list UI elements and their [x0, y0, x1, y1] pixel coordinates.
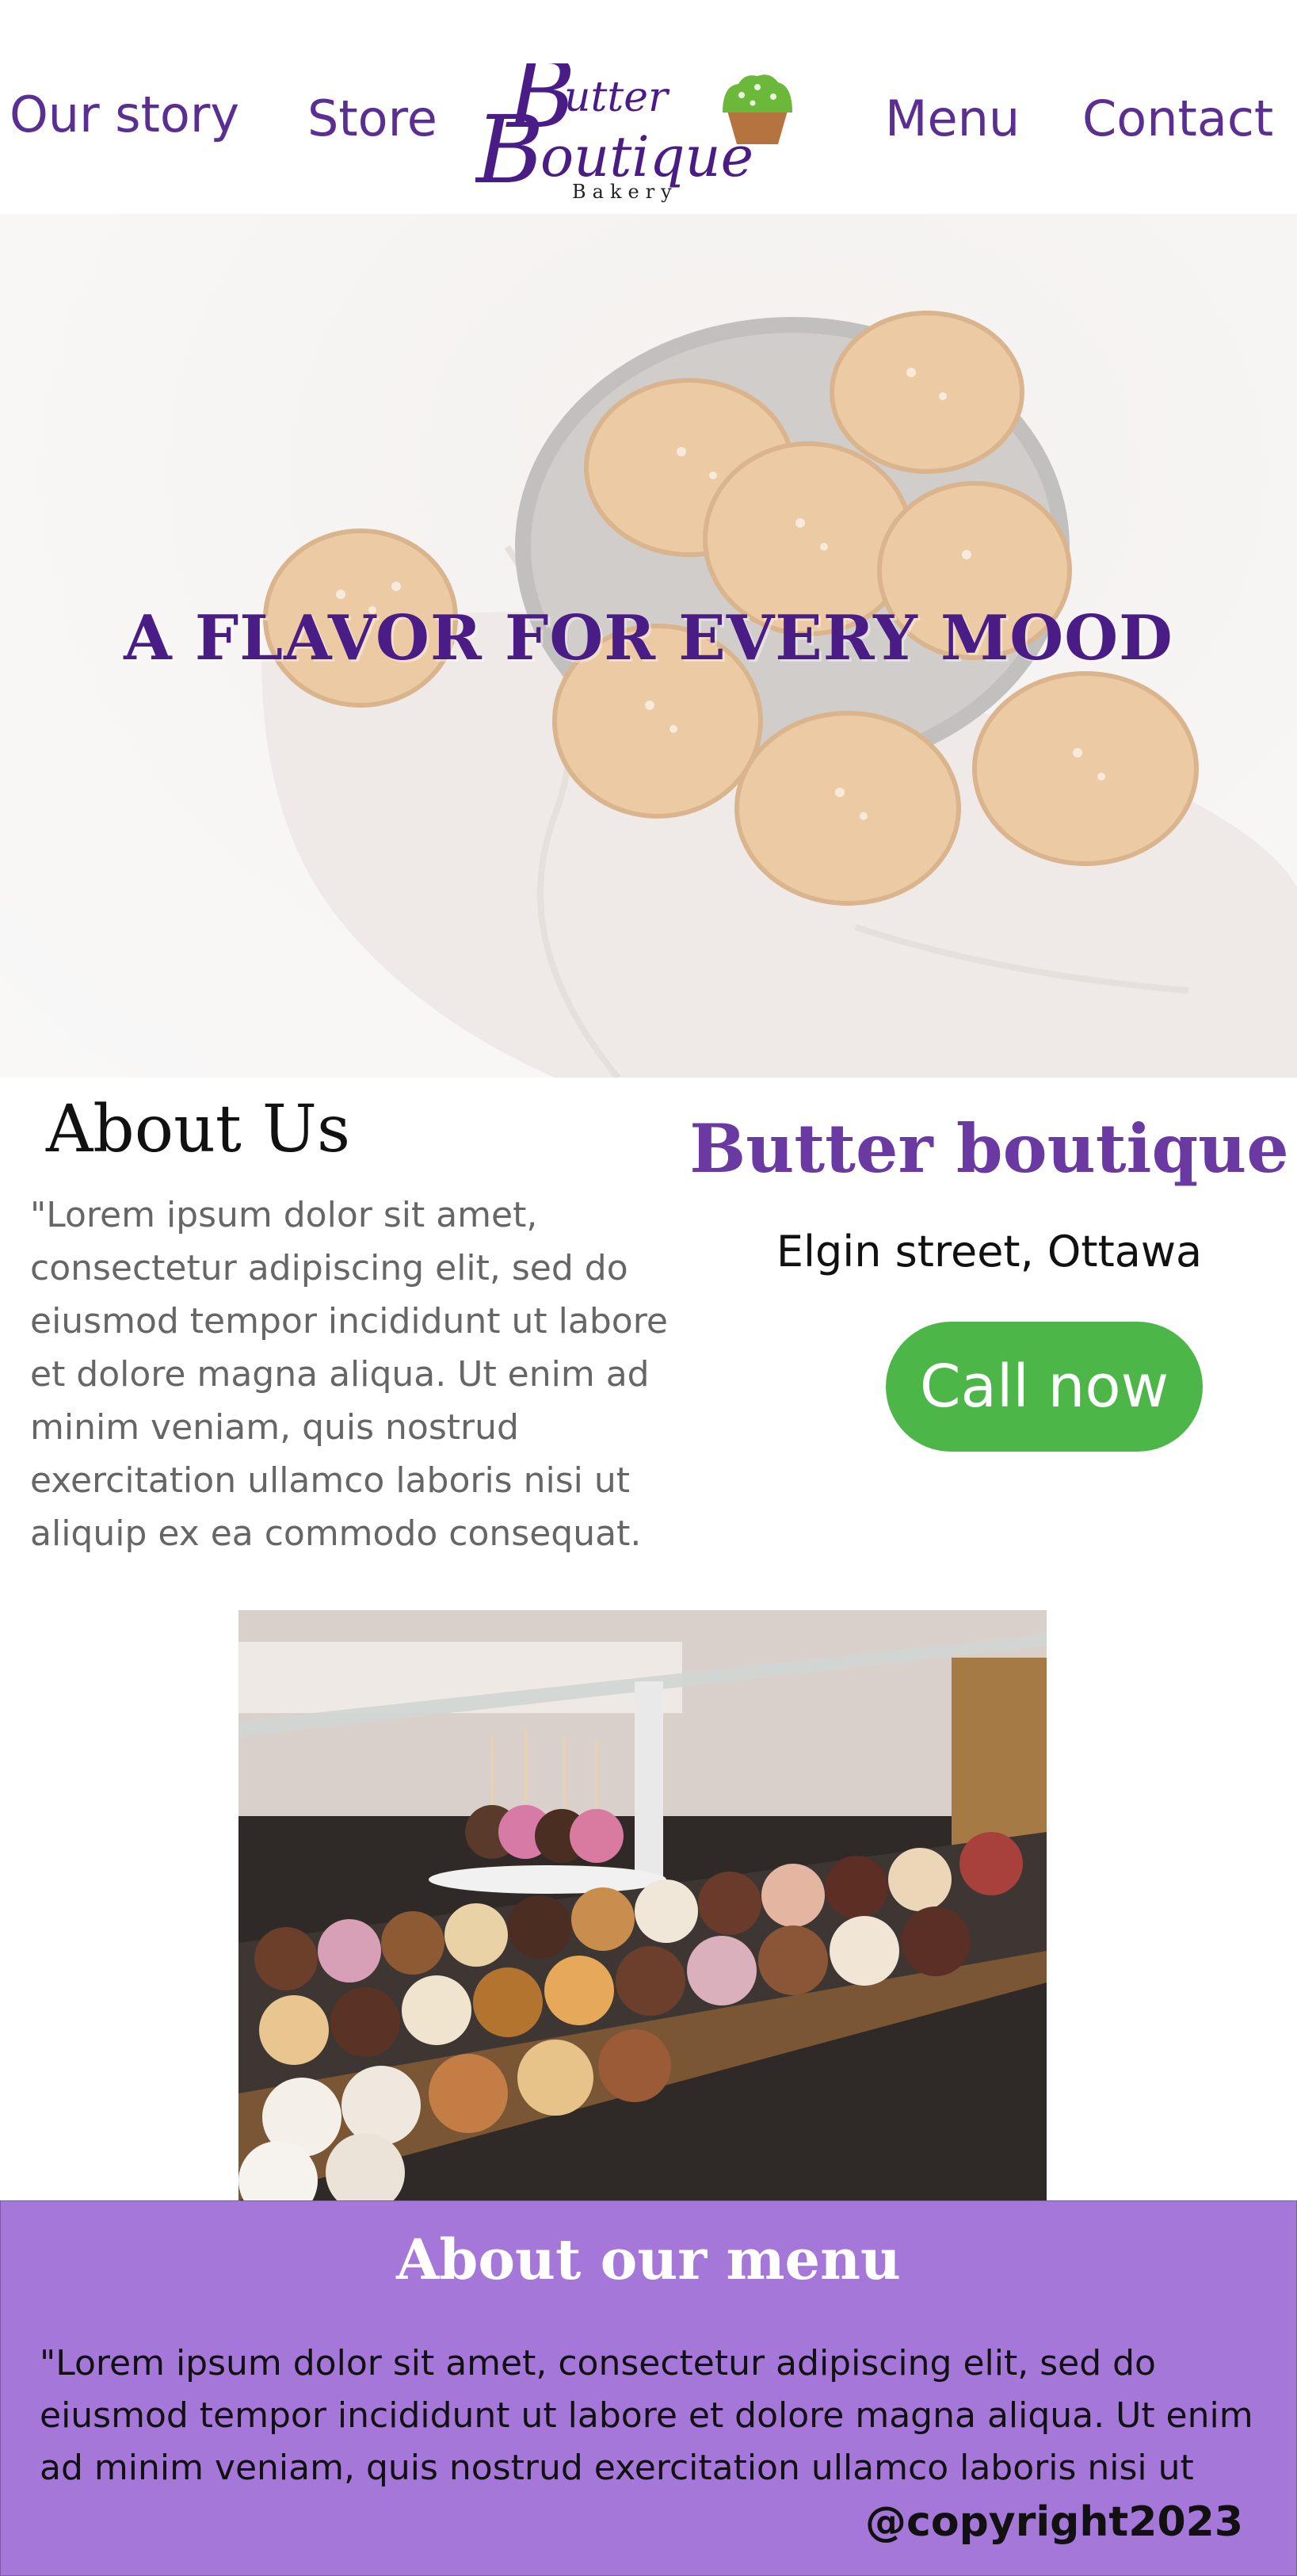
copyright-text: @copyright2023	[865, 2498, 1243, 2546]
nav-link-store[interactable]: Store	[307, 90, 437, 147]
hero-banner: A FLAVOR FOR EVERY MOOD	[0, 214, 1297, 1078]
logo-line2: outique	[540, 124, 753, 189]
hero-headline: A FLAVOR FOR EVERY MOOD	[124, 602, 1173, 674]
menu-title: About our menu	[396, 2227, 901, 2292]
about-title: About Us	[46, 1092, 351, 1167]
top-nav: Our story Store Menu Contact B utter B o…	[0, 0, 1297, 214]
nav-link-contact[interactable]: Contact	[1082, 90, 1273, 147]
brand-logo[interactable]: B utter B outique Bakery	[474, 40, 824, 214]
menu-text: "Lorem ipsum dolor sit amet, consectetur…	[40, 2343, 1253, 2488]
address-text: Elgin street, Ottawa	[776, 1227, 1203, 1277]
logo-letter-b2-icon: B	[475, 95, 544, 204]
nav-link-menu[interactable]: Menu	[885, 90, 1020, 147]
call-now-button[interactable]: Call now	[886, 1322, 1203, 1452]
logo-line1: utter	[564, 74, 670, 121]
brand-title: Butter boutique	[689, 1109, 1289, 1188]
pastry-display-image	[238, 1610, 1047, 2200]
logo-tagline: Bakery	[572, 181, 678, 203]
about-text: "Lorem ipsum dolor sit amet, consectetur…	[30, 1195, 668, 1554]
nav-link-our-story[interactable]: Our story	[10, 86, 239, 143]
